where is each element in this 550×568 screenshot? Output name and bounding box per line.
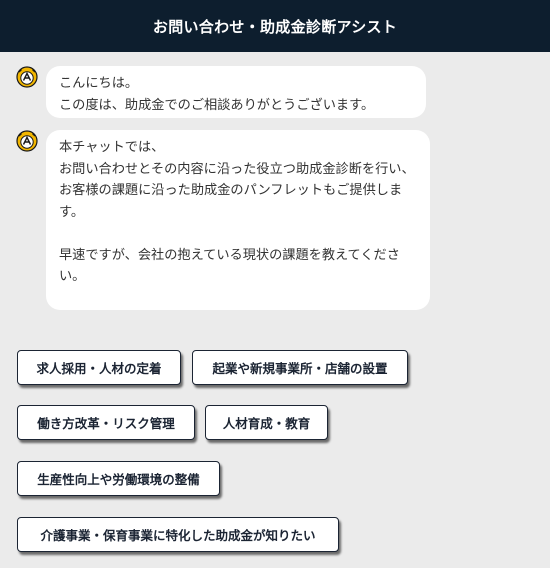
mascot-icon	[16, 130, 38, 152]
message-bubble: こんにちは。 この度は、助成金でのご相談ありがとうございます。	[46, 66, 426, 118]
message-bubble: 本チャットでは、 お問い合わせとその内容に沿った役立つ助成金診断を行い、 お客様…	[46, 130, 430, 310]
mascot-icon	[16, 66, 38, 88]
choice-button-nursing-childcare[interactable]: 介護事業・保育事業に特化した助成金が知りたい	[17, 517, 339, 552]
choice-button-recruitment[interactable]: 求人採用・人材の定着	[17, 350, 181, 385]
choice-button-work-style-reform[interactable]: 働き方改革・リスク管理	[17, 405, 195, 440]
choice-button-training[interactable]: 人材育成・教育	[205, 405, 328, 440]
choice-button-new-business[interactable]: 起業や新規事業所・店舗の設置	[192, 350, 408, 385]
chat-header: お問い合わせ・助成金診断アシスト	[0, 0, 550, 52]
header-title: お問い合わせ・助成金診断アシスト	[152, 17, 398, 36]
choice-button-productivity[interactable]: 生産性向上や労働環境の整備	[17, 461, 220, 496]
